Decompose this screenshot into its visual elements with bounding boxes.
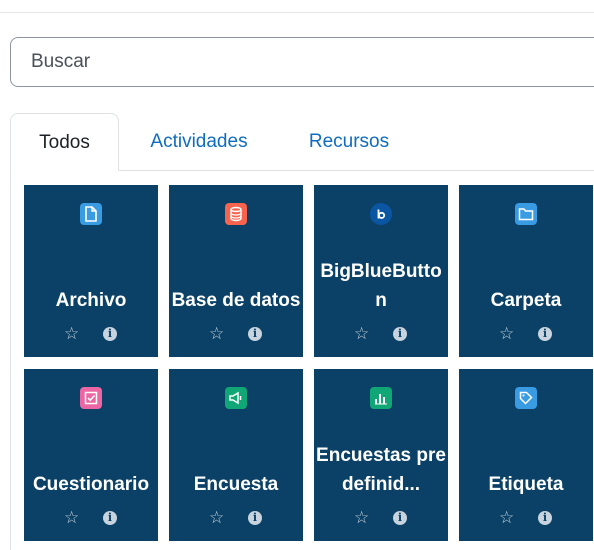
- info-icon[interactable]: i: [393, 511, 407, 525]
- star-outline-icon[interactable]: ☆: [209, 325, 224, 343]
- info-icon[interactable]: i: [538, 327, 552, 341]
- star-outline-icon[interactable]: ☆: [64, 325, 79, 343]
- category-tabs: Todos Actividades Recursos: [10, 113, 594, 171]
- module-tile-archivo[interactable]: Archivo ☆ i: [24, 185, 158, 357]
- module-tile-carpeta[interactable]: Carpeta ☆ i: [459, 185, 593, 357]
- module-tile-encuestas-predefinidas[interactable]: Encuestas predefinid... ☆ i: [314, 369, 448, 541]
- module-tile-etiqueta[interactable]: Etiqueta ☆ i: [459, 369, 593, 541]
- info-icon[interactable]: i: [393, 327, 407, 341]
- module-tile-cuestionario[interactable]: Cuestionario ☆ i: [24, 369, 158, 541]
- module-tile-encuesta[interactable]: Encuesta ☆ i: [169, 369, 303, 541]
- survey-megaphone-icon: [225, 387, 247, 409]
- module-name: Encuesta: [193, 474, 279, 495]
- star-outline-icon[interactable]: ☆: [499, 509, 514, 527]
- tab-recursos[interactable]: Recursos: [294, 113, 404, 171]
- module-tile-base-de-datos[interactable]: Base de datos ☆ i: [169, 185, 303, 357]
- info-icon[interactable]: i: [103, 327, 117, 341]
- tab-todos[interactable]: Todos: [10, 113, 119, 171]
- modules-panel: Archivo ☆ i Base de datos ☆ i BigBlueBut…: [10, 170, 594, 550]
- search-box[interactable]: [10, 37, 594, 87]
- star-outline-icon[interactable]: ☆: [64, 509, 79, 527]
- info-icon[interactable]: i: [103, 511, 117, 525]
- tab-actividades[interactable]: Actividades: [134, 113, 264, 171]
- folder-icon: [515, 203, 537, 225]
- info-icon[interactable]: i: [248, 327, 262, 341]
- module-name: Carpeta: [490, 290, 562, 311]
- info-icon[interactable]: i: [538, 511, 552, 525]
- module-name: Etiqueta: [488, 474, 564, 495]
- database-icon: [225, 203, 247, 225]
- bar-chart-icon: [370, 387, 392, 409]
- star-outline-icon[interactable]: ☆: [354, 509, 369, 527]
- file-icon: [80, 203, 102, 225]
- top-divider: [0, 12, 594, 13]
- module-name: Base de datos: [171, 290, 301, 311]
- module-tile-bigbluebutton[interactable]: BigBlueButton ☆ i: [314, 185, 448, 357]
- module-name: Archivo: [55, 290, 127, 311]
- star-outline-icon[interactable]: ☆: [499, 325, 514, 343]
- module-name: BigBlueButton: [320, 261, 442, 311]
- tag-icon: [515, 387, 537, 409]
- star-outline-icon[interactable]: ☆: [209, 509, 224, 527]
- bigbluebutton-icon: [370, 203, 392, 225]
- module-name: Cuestionario: [32, 474, 150, 495]
- star-outline-icon[interactable]: ☆: [354, 325, 369, 343]
- search-input[interactable]: [11, 38, 594, 86]
- module-name: Encuestas predefinid...: [316, 445, 446, 495]
- quiz-icon: [80, 387, 102, 409]
- info-icon[interactable]: i: [248, 511, 262, 525]
